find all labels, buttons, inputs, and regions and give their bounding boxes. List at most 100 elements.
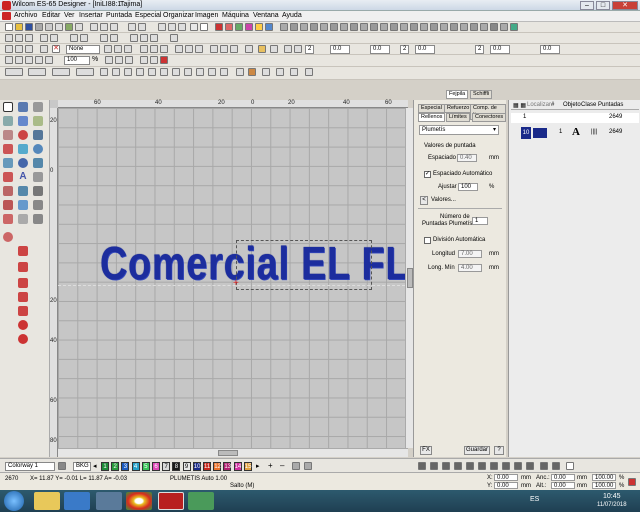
tool-d-icon[interactable] <box>310 23 318 31</box>
tool-29-icon[interactable] <box>18 306 28 316</box>
anc-field[interactable]: 0.00 <box>551 474 575 481</box>
view-e-icon[interactable] <box>150 56 158 64</box>
tool-4-icon[interactable] <box>3 130 13 140</box>
tab-conectores[interactable]: Conectores <box>472 113 507 122</box>
horizontal-scrollbar[interactable] <box>58 448 408 457</box>
num-c-field[interactable]: 0.0 <box>370 45 390 54</box>
fill-m-icon[interactable] <box>245 45 253 53</box>
color-swatch-7[interactable]: 7 <box>162 462 171 471</box>
digitize-g-icon[interactable] <box>124 68 132 76</box>
view-d-icon[interactable] <box>140 56 148 64</box>
distribute-icon[interactable] <box>170 34 178 42</box>
help-button[interactable]: ? <box>494 446 504 455</box>
reshape-icon[interactable] <box>15 45 23 53</box>
tool-17-icon[interactable] <box>33 186 43 196</box>
tool-15-icon[interactable] <box>3 186 13 196</box>
jump-icon[interactable] <box>225 23 233 31</box>
new-icon[interactable] <box>5 23 13 31</box>
tool-8-icon[interactable] <box>18 144 28 154</box>
x-field[interactable]: 0.00 <box>494 474 518 481</box>
digitize-l-icon[interactable] <box>184 68 192 76</box>
outline-icon[interactable] <box>265 23 273 31</box>
color-swatch-13[interactable]: 13 <box>223 462 232 471</box>
app-task-icon[interactable] <box>188 492 214 510</box>
zoom-fit-icon[interactable] <box>35 56 43 64</box>
color-swatch-8[interactable]: 8 <box>172 462 181 471</box>
knife-icon[interactable] <box>25 45 33 53</box>
save-icon[interactable] <box>25 23 33 31</box>
tool-7-icon[interactable] <box>3 144 13 154</box>
menu-imagen[interactable]: Imagen <box>195 12 218 19</box>
tool-31-icon[interactable] <box>18 334 28 344</box>
digitize-n-icon[interactable] <box>208 68 216 76</box>
fill-d-icon[interactable] <box>140 45 148 53</box>
view-a-icon[interactable] <box>105 56 113 64</box>
fill-l-icon[interactable] <box>230 45 238 53</box>
color-swatch-1[interactable]: 1 <box>101 462 109 471</box>
view-b-icon[interactable] <box>115 56 123 64</box>
fill-i-icon[interactable] <box>195 45 203 53</box>
color-swatch-6[interactable]: 6 <box>152 462 160 471</box>
tool-12-icon[interactable] <box>33 158 43 168</box>
numero-field[interactable]: 1 <box>472 217 488 225</box>
vertical-scrollbar[interactable] <box>405 108 413 448</box>
tool-e-icon[interactable] <box>320 23 328 31</box>
start-button[interactable] <box>4 491 24 511</box>
localizar-button[interactable]: Localizar <box>527 102 551 108</box>
menu-ventana[interactable]: Ventana <box>253 12 279 19</box>
tool-c-icon[interactable] <box>300 23 308 31</box>
close-button[interactable]: ✕ <box>612 1 638 10</box>
playback-d-icon[interactable] <box>454 462 462 470</box>
digitize-a-icon[interactable] <box>5 68 23 76</box>
tab-schiffli[interactable]: Schiffli <box>470 90 493 99</box>
rotate-b-icon[interactable] <box>110 34 118 42</box>
zoom-field[interactable]: 100 <box>64 56 90 65</box>
color-swatch-14[interactable]: 14 <box>233 462 242 471</box>
num-a-field[interactable]: 2 <box>305 45 314 54</box>
open-icon[interactable] <box>15 23 23 31</box>
tool-3-icon[interactable] <box>33 116 43 126</box>
needle-icon[interactable] <box>190 23 198 31</box>
fill-type-select[interactable]: Plumetís ▾ <box>419 125 499 135</box>
zoom-in-icon[interactable] <box>5 56 13 64</box>
fill-e-icon[interactable] <box>150 45 158 53</box>
tool-o-icon[interactable] <box>420 23 428 31</box>
fill-g-icon[interactable] <box>175 45 183 53</box>
align-left-icon[interactable] <box>130 34 138 42</box>
group-icon[interactable] <box>40 34 48 42</box>
tab-fejpila[interactable]: Fejpila <box>446 90 469 99</box>
color-swatch-15[interactable]: 15 <box>243 462 252 471</box>
tool-h-icon[interactable] <box>350 23 358 31</box>
tab-especial[interactable]: Especial <box>418 104 445 113</box>
tool-16-icon[interactable] <box>18 186 28 196</box>
menu-especial[interactable]: Especial <box>135 12 161 19</box>
playback-j-icon[interactable] <box>526 462 534 470</box>
redo-icon[interactable] <box>138 23 146 31</box>
tool-2-icon[interactable] <box>18 116 28 126</box>
fill-h-icon[interactable] <box>185 45 193 53</box>
playback-k-icon[interactable] <box>540 462 548 470</box>
fill-k-icon[interactable] <box>220 45 228 53</box>
valores-expand-button[interactable]: < <box>420 196 428 205</box>
mirror-h-icon[interactable] <box>70 34 78 42</box>
fill-j-icon[interactable] <box>210 45 218 53</box>
playback-f-icon[interactable] <box>478 462 486 470</box>
color-swatch-5[interactable]: 5 <box>141 462 150 471</box>
digitize-e-icon[interactable] <box>100 68 108 76</box>
cut-icon[interactable] <box>90 23 98 31</box>
tool-l-icon[interactable] <box>390 23 398 31</box>
undo-icon[interactable] <box>128 23 136 31</box>
folder-task-icon[interactable] <box>96 492 122 510</box>
fill-a-icon[interactable] <box>104 45 112 53</box>
playback-m-icon[interactable] <box>566 462 574 470</box>
tool-w-icon[interactable] <box>500 23 508 31</box>
valores-button-label[interactable]: Valores... <box>431 197 456 203</box>
tab-limites[interactable]: Límites <box>446 113 470 122</box>
num-d-field[interactable]: 2 <box>400 45 409 54</box>
frame-icon[interactable] <box>168 23 176 31</box>
trim-icon[interactable] <box>235 23 243 31</box>
digitize-s-icon[interactable] <box>276 68 284 76</box>
bkg-button[interactable]: BKG <box>73 462 91 471</box>
tool-5-icon[interactable] <box>18 130 28 140</box>
digitize-c-icon[interactable] <box>52 68 70 76</box>
